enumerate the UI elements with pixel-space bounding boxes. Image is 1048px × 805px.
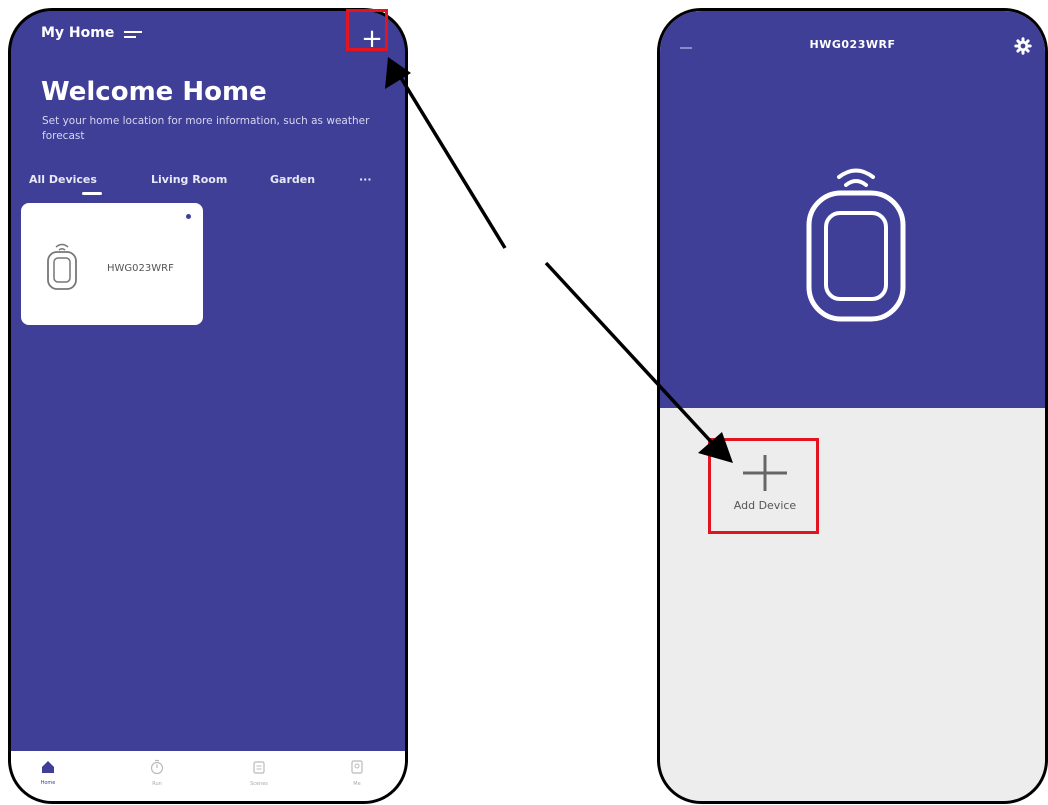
highlight-add-button [346, 9, 388, 51]
home-icon [42, 761, 54, 773]
room-tabs: All Devices Living Room Garden ··· [29, 173, 405, 201]
nav-home[interactable]: Home [28, 759, 68, 786]
device-name: HWG023WRF [107, 263, 174, 274]
phone-screen-device: HWG023WRF Add Device [657, 8, 1048, 804]
highlight-add-device [708, 438, 819, 534]
remote-icon [47, 243, 77, 290]
nav-run[interactable]: Run [137, 759, 177, 787]
device-card[interactable]: HWG023WRF [21, 203, 203, 325]
arrow-to-add-button [396, 72, 507, 249]
active-tab-indicator [82, 192, 102, 195]
tab-garden[interactable]: Garden [270, 173, 315, 186]
nav-me[interactable]: Me [337, 759, 377, 787]
remote-icon [806, 168, 906, 322]
scene-icon [253, 761, 265, 774]
home-location-hint[interactable]: Set your home location for more informat… [42, 114, 382, 144]
home-selector[interactable]: My Home [41, 25, 114, 41]
welcome-title: Welcome Home [41, 77, 267, 107]
timer-icon [150, 759, 164, 775]
tab-living-room[interactable]: Living Room [151, 173, 227, 186]
nav-scenes[interactable]: Scenes [239, 759, 279, 787]
device-title: HWG023WRF [809, 38, 896, 51]
phone-screen-home: My Home + Welcome Home Set your home loc… [8, 8, 408, 804]
device-header: HWG023WRF [660, 11, 1045, 408]
status-dot [186, 214, 191, 219]
gear-icon[interactable] [1014, 37, 1032, 55]
profile-icon [351, 760, 363, 774]
tab-all-devices[interactable]: All Devices [29, 173, 97, 186]
menu-icon[interactable] [124, 31, 142, 41]
tab-more[interactable]: ··· [359, 173, 372, 186]
bottom-nav: Home Run Scenes Me [11, 751, 405, 801]
